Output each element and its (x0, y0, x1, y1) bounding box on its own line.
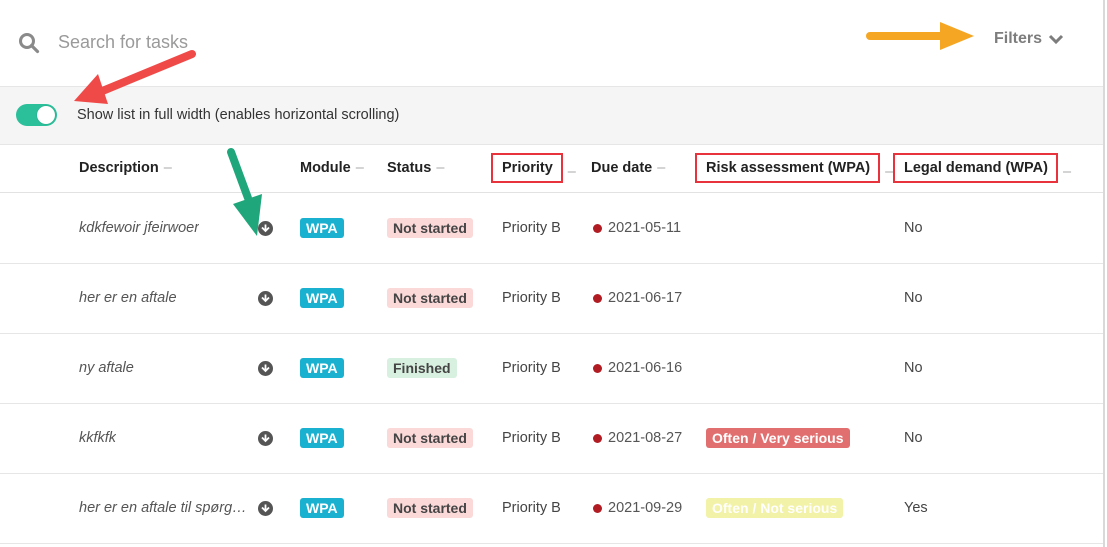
priority-cell: Priority B (502, 500, 561, 516)
arrow-down-circle-icon[interactable] (258, 430, 273, 446)
module-cell: WPA (300, 263, 344, 333)
toggle-knob (37, 106, 55, 124)
status-badge: Not started (387, 498, 473, 518)
task-description[interactable]: her er en aftale (79, 263, 251, 333)
header-label-highlighted: Priority (491, 153, 563, 183)
legal-demand-cell: No (904, 220, 923, 236)
status-cell: Not started (387, 473, 473, 543)
module-badge: WPA (300, 218, 344, 238)
due-status-dot (593, 293, 602, 303)
table-row[interactable]: ny aftale WPA Finished Priority B 2021-06-16… (0, 333, 1103, 404)
status-cell: Not started (387, 403, 473, 473)
orange-annotation-arrow (866, 22, 974, 50)
due-status-dot (593, 363, 602, 373)
due-date-text: 2021-09-29 (608, 500, 683, 516)
module-cell: WPA (300, 403, 344, 473)
right-scroll-edge (1103, 0, 1105, 547)
module-badge: WPA (300, 358, 344, 378)
due-date-cell: 2021-06-17 (593, 263, 682, 333)
sort-dash: – (885, 163, 894, 180)
risk-cell: Often / Very serious (706, 403, 850, 473)
priority-cell: Priority B (502, 430, 561, 446)
due-status-dot (593, 433, 602, 443)
status-badge: Finished (387, 358, 457, 378)
module-badge: WPA (300, 288, 344, 308)
risk-badge: Often / Very serious (706, 428, 850, 448)
task-description[interactable]: ny aftale (79, 333, 251, 403)
sort-dash: – (355, 160, 364, 176)
priority-cell: Priority B (502, 290, 561, 306)
due-date-text: 2021-06-16 (608, 360, 683, 376)
sort-dash: – (436, 160, 445, 176)
header-label: Due date (591, 160, 653, 176)
column-header-due-date[interactable]: Due date – (591, 160, 665, 176)
legal-demand-cell: Yes (904, 500, 928, 516)
status-cell: Finished (387, 333, 457, 403)
search-icon (19, 33, 40, 54)
column-header-risk-assessment[interactable]: Risk assessment (WPA) – (695, 153, 894, 183)
expand-button[interactable] (258, 403, 273, 473)
status-badge: Not started (387, 428, 473, 448)
legal-demand-cell: No (904, 290, 923, 306)
header-label: Module (300, 160, 351, 176)
due-status-dot (593, 223, 602, 233)
legal-demand-cell: No (904, 430, 923, 446)
module-badge: WPA (300, 498, 344, 518)
sort-dash: – (567, 163, 576, 180)
column-header-description[interactable]: Description – (79, 160, 172, 176)
table-row[interactable]: kdkfewoir jfeirwoer WPA Not started Priorit… (0, 193, 1103, 264)
due-date-cell: 2021-08-27 (593, 403, 682, 473)
status-badge: Not started (387, 218, 473, 238)
due-date-text: 2021-08-27 (608, 430, 683, 446)
green-annotation-arrow (227, 148, 262, 236)
task-description[interactable]: her er en aftale til spørgs… (79, 473, 251, 543)
arrow-down-circle-icon[interactable] (258, 290, 273, 306)
column-header-status[interactable]: Status – (387, 160, 444, 176)
risk-badge: Often / Not serious (706, 498, 844, 518)
red-annotation-arrow (74, 50, 196, 104)
sort-dash: – (1062, 163, 1072, 180)
due-date-cell: 2021-05-11 (593, 193, 681, 263)
chevron-down-icon (1048, 34, 1064, 45)
due-status-dot (593, 503, 602, 513)
risk-cell: Often / Not serious (706, 473, 844, 543)
task-description[interactable]: kkfkfk (79, 403, 251, 473)
priority-cell: Priority B (502, 220, 561, 236)
filters-label: Filters (994, 30, 1043, 47)
due-date-cell: 2021-06-16 (593, 333, 682, 403)
module-badge: WPA (300, 428, 344, 448)
filters-button[interactable]: Filters (994, 30, 1064, 48)
sort-dash: – (163, 160, 172, 176)
table-row[interactable]: kkfkfk WPA Not started Priority B 2021-08-27… (0, 403, 1103, 474)
header-label: Description (79, 160, 159, 176)
column-header-legal-demand[interactable]: Legal demand (WPA) – (893, 153, 1072, 183)
due-date-text: 2021-06-17 (608, 290, 683, 306)
sort-dash: – (657, 160, 666, 176)
header-label-highlighted: Legal demand (WPA) (893, 153, 1058, 183)
priority-cell: Priority B (502, 360, 561, 376)
expand-button[interactable] (258, 333, 273, 403)
expand-button[interactable] (258, 263, 273, 333)
module-cell: WPA (300, 193, 344, 263)
module-cell: WPA (300, 473, 344, 543)
legal-demand-cell: No (904, 360, 923, 376)
header-label: Status (387, 160, 432, 176)
status-cell: Not started (387, 263, 473, 333)
module-cell: WPA (300, 333, 344, 403)
due-date-text: 2021-05-11 (608, 220, 682, 236)
arrow-down-circle-icon[interactable] (258, 500, 273, 516)
arrow-down-circle-icon[interactable] (258, 360, 273, 376)
full-width-toggle[interactable] (16, 104, 57, 126)
status-badge: Not started (387, 288, 473, 308)
expand-button[interactable] (258, 473, 273, 543)
column-header-priority[interactable]: Priority – (491, 153, 576, 183)
status-cell: Not started (387, 193, 473, 263)
due-date-cell: 2021-09-29 (593, 473, 682, 543)
header-label-highlighted: Risk assessment (WPA) (695, 153, 881, 183)
table-row[interactable]: her er en aftale WPA Not started Priority B… (0, 263, 1103, 334)
table-row[interactable]: her er en aftale til spørgs… WPA Not start… (0, 473, 1103, 544)
column-header-module[interactable]: Module – (300, 160, 364, 176)
